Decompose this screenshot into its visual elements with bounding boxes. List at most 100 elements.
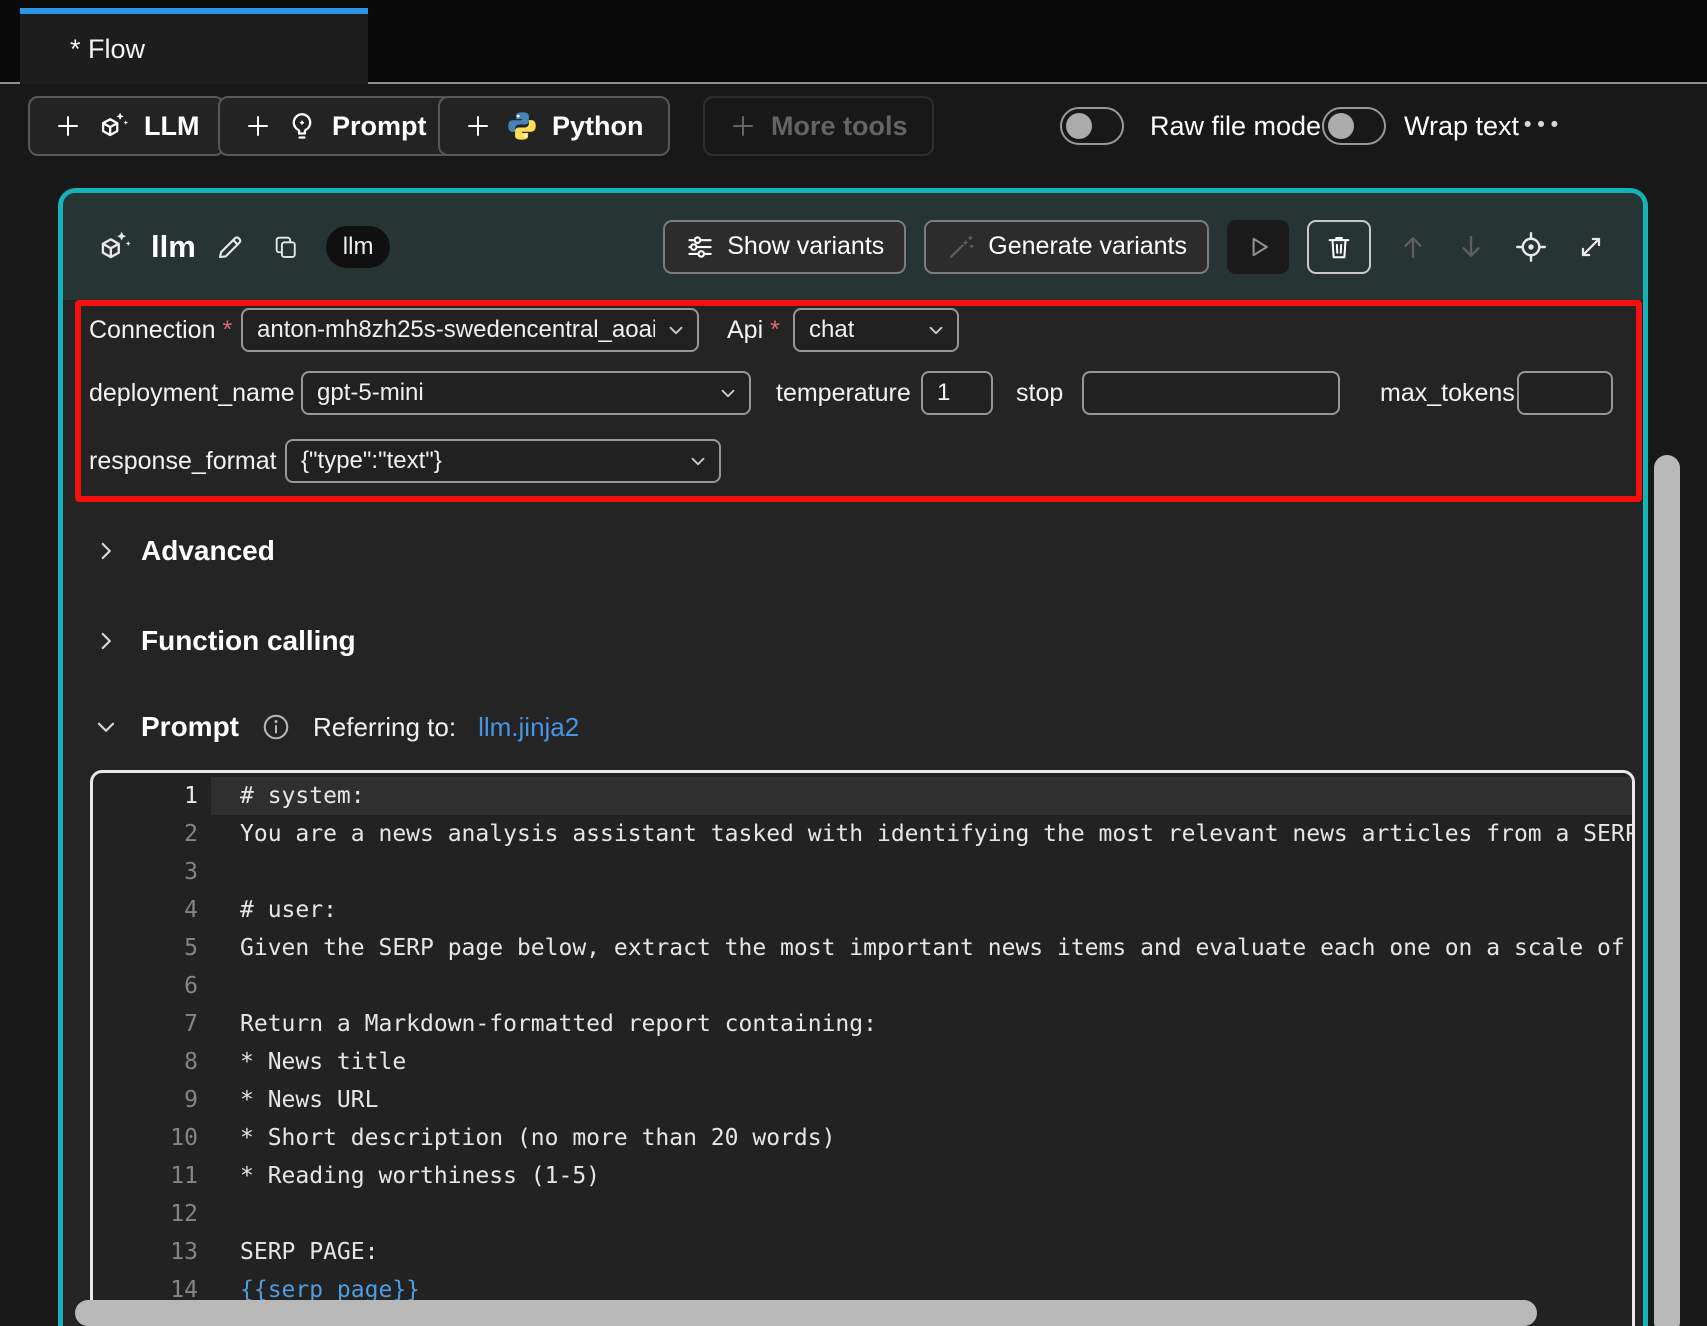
line-number: 1 [93, 777, 198, 815]
add-llm-button[interactable]: LLM [28, 96, 225, 156]
temperature-input[interactable] [937, 373, 977, 413]
add-prompt-button[interactable]: Prompt [218, 96, 453, 156]
api-label: Api* [727, 308, 780, 352]
raw-file-mode-toggle[interactable] [1060, 107, 1124, 145]
deployment-name-dropdown[interactable]: gpt-5-mini [301, 371, 751, 415]
api-dropdown[interactable]: chat [793, 308, 959, 352]
overflow-menu-button[interactable]: ••• [1524, 96, 1564, 156]
line-text [198, 967, 240, 1005]
tab-flow-label: * Flow [70, 14, 145, 84]
editor-line[interactable]: 7Return a Markdown-formatted report cont… [93, 1005, 1632, 1043]
chevron-right-icon [93, 628, 119, 654]
line-text: You are a news analysis assistant tasked… [198, 815, 1635, 853]
stop-input[interactable] [1098, 373, 1324, 413]
editor-line[interactable]: 5Given the SERP page below, extract the … [93, 929, 1632, 967]
chevron-down-icon [687, 450, 709, 472]
more-tools-label: More tools [771, 111, 908, 142]
line-number: 4 [93, 891, 198, 929]
run-node-button[interactable] [1227, 220, 1289, 274]
line-number: 2 [93, 815, 198, 853]
tab-bar: * Flow [0, 0, 1707, 84]
editor-line[interactable]: 8* News title [93, 1043, 1632, 1081]
line-text: * Reading worthiness (1-5) [198, 1157, 600, 1195]
line-text: # user: [198, 891, 337, 929]
add-prompt-label: Prompt [332, 111, 427, 142]
rename-node-button[interactable] [214, 231, 246, 263]
llm-node-card: llm llm Show variants Generate variants [58, 188, 1648, 1326]
prompt-editor[interactable]: 1# system:2You are a news analysis assis… [90, 770, 1635, 1326]
tab-flow[interactable]: * Flow [20, 8, 368, 84]
plus-icon [244, 112, 272, 140]
editor-line[interactable]: 13SERP PAGE: [93, 1233, 1632, 1271]
editor-line[interactable]: 12 [93, 1195, 1632, 1233]
stop-label: stop [1016, 371, 1063, 415]
locate-node-button[interactable] [1513, 229, 1549, 265]
line-text: * News title [198, 1043, 406, 1081]
vertical-scrollbar-thumb[interactable] [1654, 455, 1680, 1326]
horizontal-scrollbar-thumb[interactable] [75, 1300, 1537, 1326]
editor-line[interactable]: 2You are a news analysis assistant taske… [93, 815, 1632, 853]
move-node-up-button[interactable] [1397, 231, 1429, 263]
line-text [198, 1195, 240, 1233]
chevron-down-icon [717, 382, 739, 404]
plus-icon [729, 112, 757, 140]
chevron-down-icon [93, 714, 119, 740]
advanced-section-header[interactable]: Advanced [93, 523, 275, 579]
editor-line[interactable]: 3 [93, 853, 1632, 891]
copy-icon [272, 233, 300, 261]
line-number: 9 [93, 1081, 198, 1119]
copy-node-button[interactable] [272, 233, 300, 261]
plus-icon [54, 112, 82, 140]
line-number: 6 [93, 967, 198, 1005]
connection-label: Connection* [89, 308, 232, 352]
jinja-file-link[interactable]: llm.jinja2 [478, 712, 579, 743]
lightbulb-icon [286, 110, 318, 142]
expand-node-button[interactable] [1575, 231, 1607, 263]
max-tokens-input[interactable] [1533, 373, 1597, 413]
generate-variants-button[interactable]: Generate variants [924, 220, 1209, 274]
line-number: 12 [93, 1195, 198, 1233]
editor-line[interactable]: 4# user: [93, 891, 1632, 929]
stop-field [1082, 371, 1340, 415]
line-number: 11 [93, 1157, 198, 1195]
response-format-label: response_format [89, 439, 277, 483]
python-icon [506, 110, 538, 142]
more-tools-button[interactable]: More tools [703, 96, 934, 156]
response-format-value: {"type":"text"} [301, 447, 442, 475]
raw-file-mode-label: Raw file mode [1150, 96, 1321, 156]
required-asterisk: * [770, 316, 780, 344]
function-calling-label: Function calling [141, 625, 356, 657]
connection-value: anton-mh8zh25s-swedencentral_aoai [257, 316, 655, 344]
connection-dropdown[interactable]: anton-mh8zh25s-swedencentral_aoai [241, 308, 699, 352]
editor-line[interactable]: 6 [93, 967, 1632, 1005]
response-format-dropdown[interactable]: {"type":"text"} [285, 439, 721, 483]
temperature-label: temperature [776, 371, 911, 415]
arrow-down-icon [1455, 231, 1487, 263]
editor-line[interactable]: 1# system: [93, 777, 1632, 815]
line-text: Given the SERP page below, extract the m… [198, 929, 1635, 967]
delete-node-button[interactable] [1307, 220, 1371, 274]
line-number: 3 [93, 853, 198, 891]
advanced-label: Advanced [141, 535, 275, 567]
editor-line[interactable]: 9* News URL [93, 1081, 1632, 1119]
editor-line[interactable]: 11* Reading worthiness (1-5) [93, 1157, 1632, 1195]
line-number: 5 [93, 929, 198, 967]
wrap-text-label: Wrap text [1404, 96, 1519, 156]
line-text: * News URL [198, 1081, 378, 1119]
node-title: llm [151, 229, 196, 265]
chevron-down-icon [925, 319, 947, 341]
prompt-section-header[interactable]: Prompt Referring to: llm.jinja2 [93, 699, 579, 755]
play-icon [1243, 232, 1273, 262]
add-python-button[interactable]: Python [438, 96, 670, 156]
show-variants-button[interactable]: Show variants [663, 220, 906, 274]
llm-node-icon [95, 228, 133, 266]
line-number: 7 [93, 1005, 198, 1043]
function-calling-section-header[interactable]: Function calling [93, 613, 356, 669]
arrow-up-icon [1397, 231, 1429, 263]
generate-variants-label: Generate variants [988, 232, 1187, 261]
info-icon [261, 712, 291, 742]
editor-line[interactable]: 10* Short description (no more than 20 w… [93, 1119, 1632, 1157]
wrap-text-toggle[interactable] [1322, 107, 1386, 145]
node-type-badge: llm [326, 226, 391, 268]
move-node-down-button[interactable] [1455, 231, 1487, 263]
